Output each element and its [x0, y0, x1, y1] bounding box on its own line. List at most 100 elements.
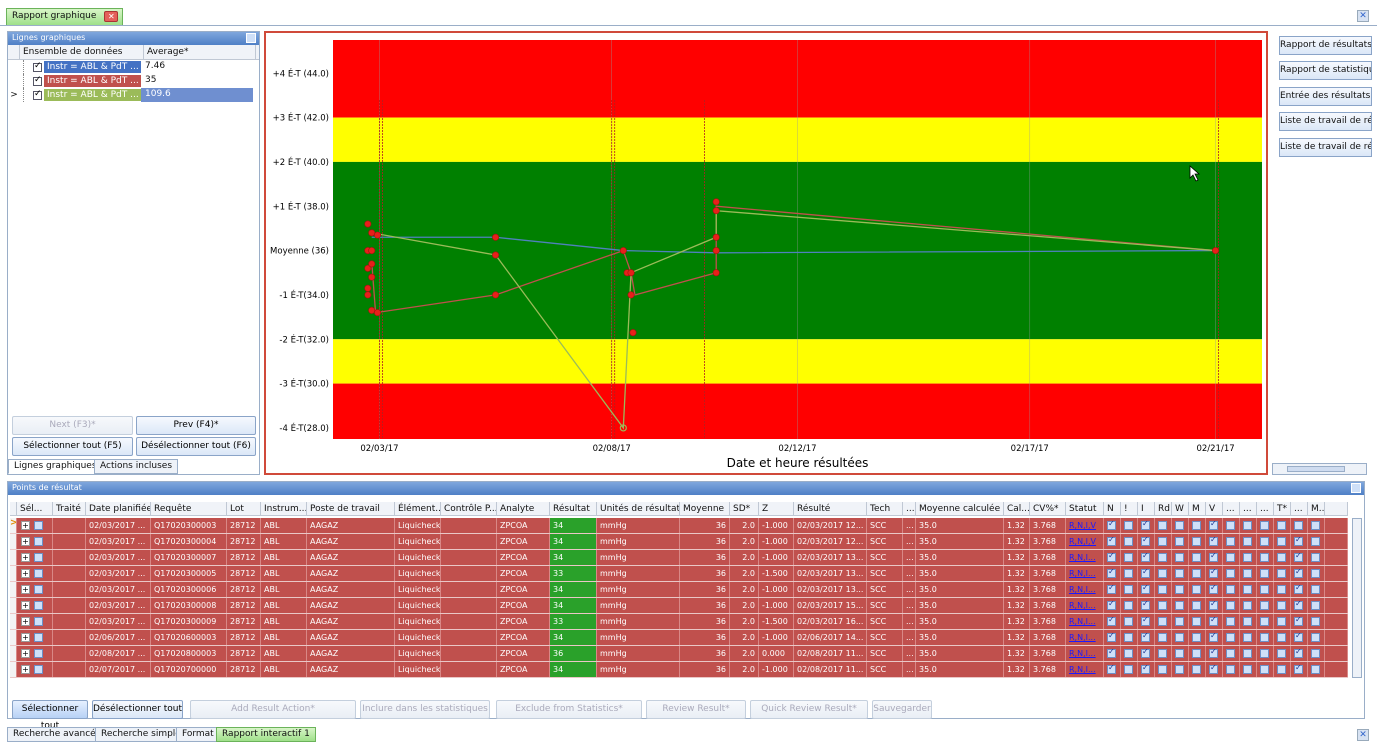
flag-checkbox[interactable] — [1209, 583, 1218, 594]
select-checkbox[interactable] — [34, 569, 43, 578]
data-point[interactable] — [712, 198, 720, 206]
flag-checkbox[interactable] — [1226, 585, 1235, 594]
flag-checkbox[interactable] — [1260, 665, 1269, 674]
column-header[interactable]: Moyenne — [680, 502, 730, 516]
data-point[interactable] — [712, 247, 720, 255]
column-header[interactable]: ... — [1223, 502, 1240, 516]
select-checkbox[interactable] — [34, 617, 43, 626]
flag-checkbox[interactable] — [1124, 601, 1133, 610]
cell-statut[interactable]: R,N,I... — [1066, 598, 1104, 613]
pin-icon[interactable] — [1351, 483, 1361, 493]
table-row[interactable]: +02/03/2017 ... Q17020300005 28712 ABL AAGAZ… — [10, 566, 1348, 582]
flag-checkbox[interactable] — [1175, 649, 1184, 658]
flag-checkbox[interactable] — [1226, 569, 1235, 578]
select-cell[interactable]: + — [17, 630, 53, 645]
tab-lignes-graphiques[interactable]: Lignes graphiques — [8, 459, 103, 474]
data-point[interactable] — [368, 247, 376, 255]
side-button-3[interactable]: Entrée des résultats — [1279, 87, 1372, 106]
flag-checkbox[interactable] — [1209, 631, 1218, 642]
flag-checkbox[interactable] — [1158, 633, 1167, 642]
flag-checkbox[interactable] — [1107, 631, 1116, 642]
select-cell[interactable]: + — [17, 646, 53, 661]
column-header[interactable]: V — [1206, 502, 1223, 516]
flag-checkbox[interactable] — [1260, 537, 1269, 546]
select-cell[interactable]: + — [17, 598, 53, 613]
select-checkbox[interactable] — [34, 601, 43, 610]
flag-checkbox[interactable] — [1209, 551, 1218, 562]
expand-icon[interactable]: + — [21, 665, 30, 674]
flag-checkbox[interactable] — [1192, 569, 1201, 578]
cell-statut[interactable]: R,N,I... — [1066, 662, 1104, 677]
select-cell[interactable]: + — [17, 614, 53, 629]
flag-checkbox[interactable] — [1243, 585, 1252, 594]
column-header[interactable]: Unités de résultat — [597, 502, 680, 516]
column-header[interactable]: ... — [903, 502, 916, 516]
column-header[interactable]: Résultat — [550, 502, 597, 516]
table-row[interactable]: +02/03/2017 ... Q17020300007 28712 ABL AAGAZ… — [10, 550, 1348, 566]
dataset-row[interactable]: Instr = ABL & PdT ... 35 — [8, 74, 259, 88]
flag-checkbox[interactable] — [1141, 663, 1150, 674]
flag-checkbox[interactable] — [1243, 649, 1252, 658]
flag-checkbox[interactable] — [1226, 601, 1235, 610]
flag-checkbox[interactable] — [1175, 601, 1184, 610]
tab-actions-incluses[interactable]: Actions incluses — [94, 459, 179, 474]
flag-checkbox[interactable] — [1277, 633, 1286, 642]
flag-checkbox[interactable] — [1192, 537, 1201, 546]
side-button-1[interactable]: Rapport de résultats — [1279, 36, 1372, 55]
column-header[interactable]: Requête — [151, 502, 227, 516]
column-header[interactable] — [1325, 502, 1348, 516]
cell-statut[interactable]: R,N,I... — [1066, 614, 1104, 629]
flag-checkbox[interactable] — [1141, 583, 1150, 594]
flag-checkbox[interactable] — [1141, 599, 1150, 610]
flag-checkbox[interactable] — [1226, 665, 1235, 674]
select-all-button[interactable]: Sélectionner tout — [12, 700, 88, 731]
table-row[interactable]: > +02/03/2017 ... Q17020300003 28712 ABL AAGA… — [10, 518, 1348, 534]
column-header[interactable]: N — [1104, 502, 1121, 516]
column-header[interactable]: Analyte — [497, 502, 550, 516]
review-result-button[interactable]: Review Result* — [646, 700, 746, 719]
column-header[interactable]: Élément... — [395, 502, 441, 516]
flag-checkbox[interactable] — [1260, 617, 1269, 626]
flag-checkbox[interactable] — [1294, 663, 1303, 674]
expand-icon[interactable]: + — [21, 633, 30, 642]
col-dataset[interactable]: Ensemble de données — [20, 45, 144, 59]
flag-checkbox[interactable] — [1175, 617, 1184, 626]
select-checkbox[interactable] — [34, 521, 43, 530]
data-point[interactable] — [492, 291, 500, 299]
flag-checkbox[interactable] — [1141, 631, 1150, 642]
flag-checkbox[interactable] — [1192, 665, 1201, 674]
data-point[interactable] — [712, 233, 720, 241]
column-header[interactable]: Tech — [867, 502, 903, 516]
flag-checkbox[interactable] — [1141, 535, 1150, 546]
column-header[interactable]: Résulté — [794, 502, 867, 516]
flag-checkbox[interactable] — [1209, 615, 1218, 626]
column-header[interactable]: Z — [759, 502, 794, 516]
bottom-tab-3[interactable]: Format — [176, 727, 220, 742]
flag-checkbox[interactable] — [1175, 665, 1184, 674]
flag-checkbox[interactable] — [1311, 617, 1320, 626]
flag-checkbox[interactable] — [1175, 633, 1184, 642]
expand-icon[interactable]: + — [21, 521, 30, 530]
cell-statut[interactable]: R,N,I... — [1066, 550, 1104, 565]
pin-icon[interactable] — [246, 33, 256, 43]
select-all-f5-button[interactable]: Sélectionner tout (F5) — [12, 437, 133, 456]
flag-checkbox[interactable] — [1311, 569, 1320, 578]
flag-checkbox[interactable] — [1175, 521, 1184, 530]
flag-checkbox[interactable] — [1158, 569, 1167, 578]
select-checkbox[interactable] — [34, 553, 43, 562]
flag-checkbox[interactable] — [1294, 631, 1303, 642]
deselect-all-button[interactable]: Désélectionner tout — [92, 700, 183, 719]
data-point[interactable] — [627, 291, 635, 299]
side-button-4[interactable]: Liste de travail de résultats — [1279, 112, 1372, 131]
flag-checkbox[interactable] — [1277, 649, 1286, 658]
flag-checkbox[interactable] — [1260, 649, 1269, 658]
flag-checkbox[interactable] — [1141, 647, 1150, 658]
flag-checkbox[interactable] — [1294, 583, 1303, 594]
flag-checkbox[interactable] — [1311, 649, 1320, 658]
column-header[interactable]: T* — [1274, 502, 1291, 516]
flag-checkbox[interactable] — [1243, 537, 1252, 546]
flag-checkbox[interactable] — [1209, 599, 1218, 610]
flag-checkbox[interactable] — [1158, 553, 1167, 562]
flag-checkbox[interactable] — [1107, 615, 1116, 626]
select-cell[interactable]: + — [17, 534, 53, 549]
